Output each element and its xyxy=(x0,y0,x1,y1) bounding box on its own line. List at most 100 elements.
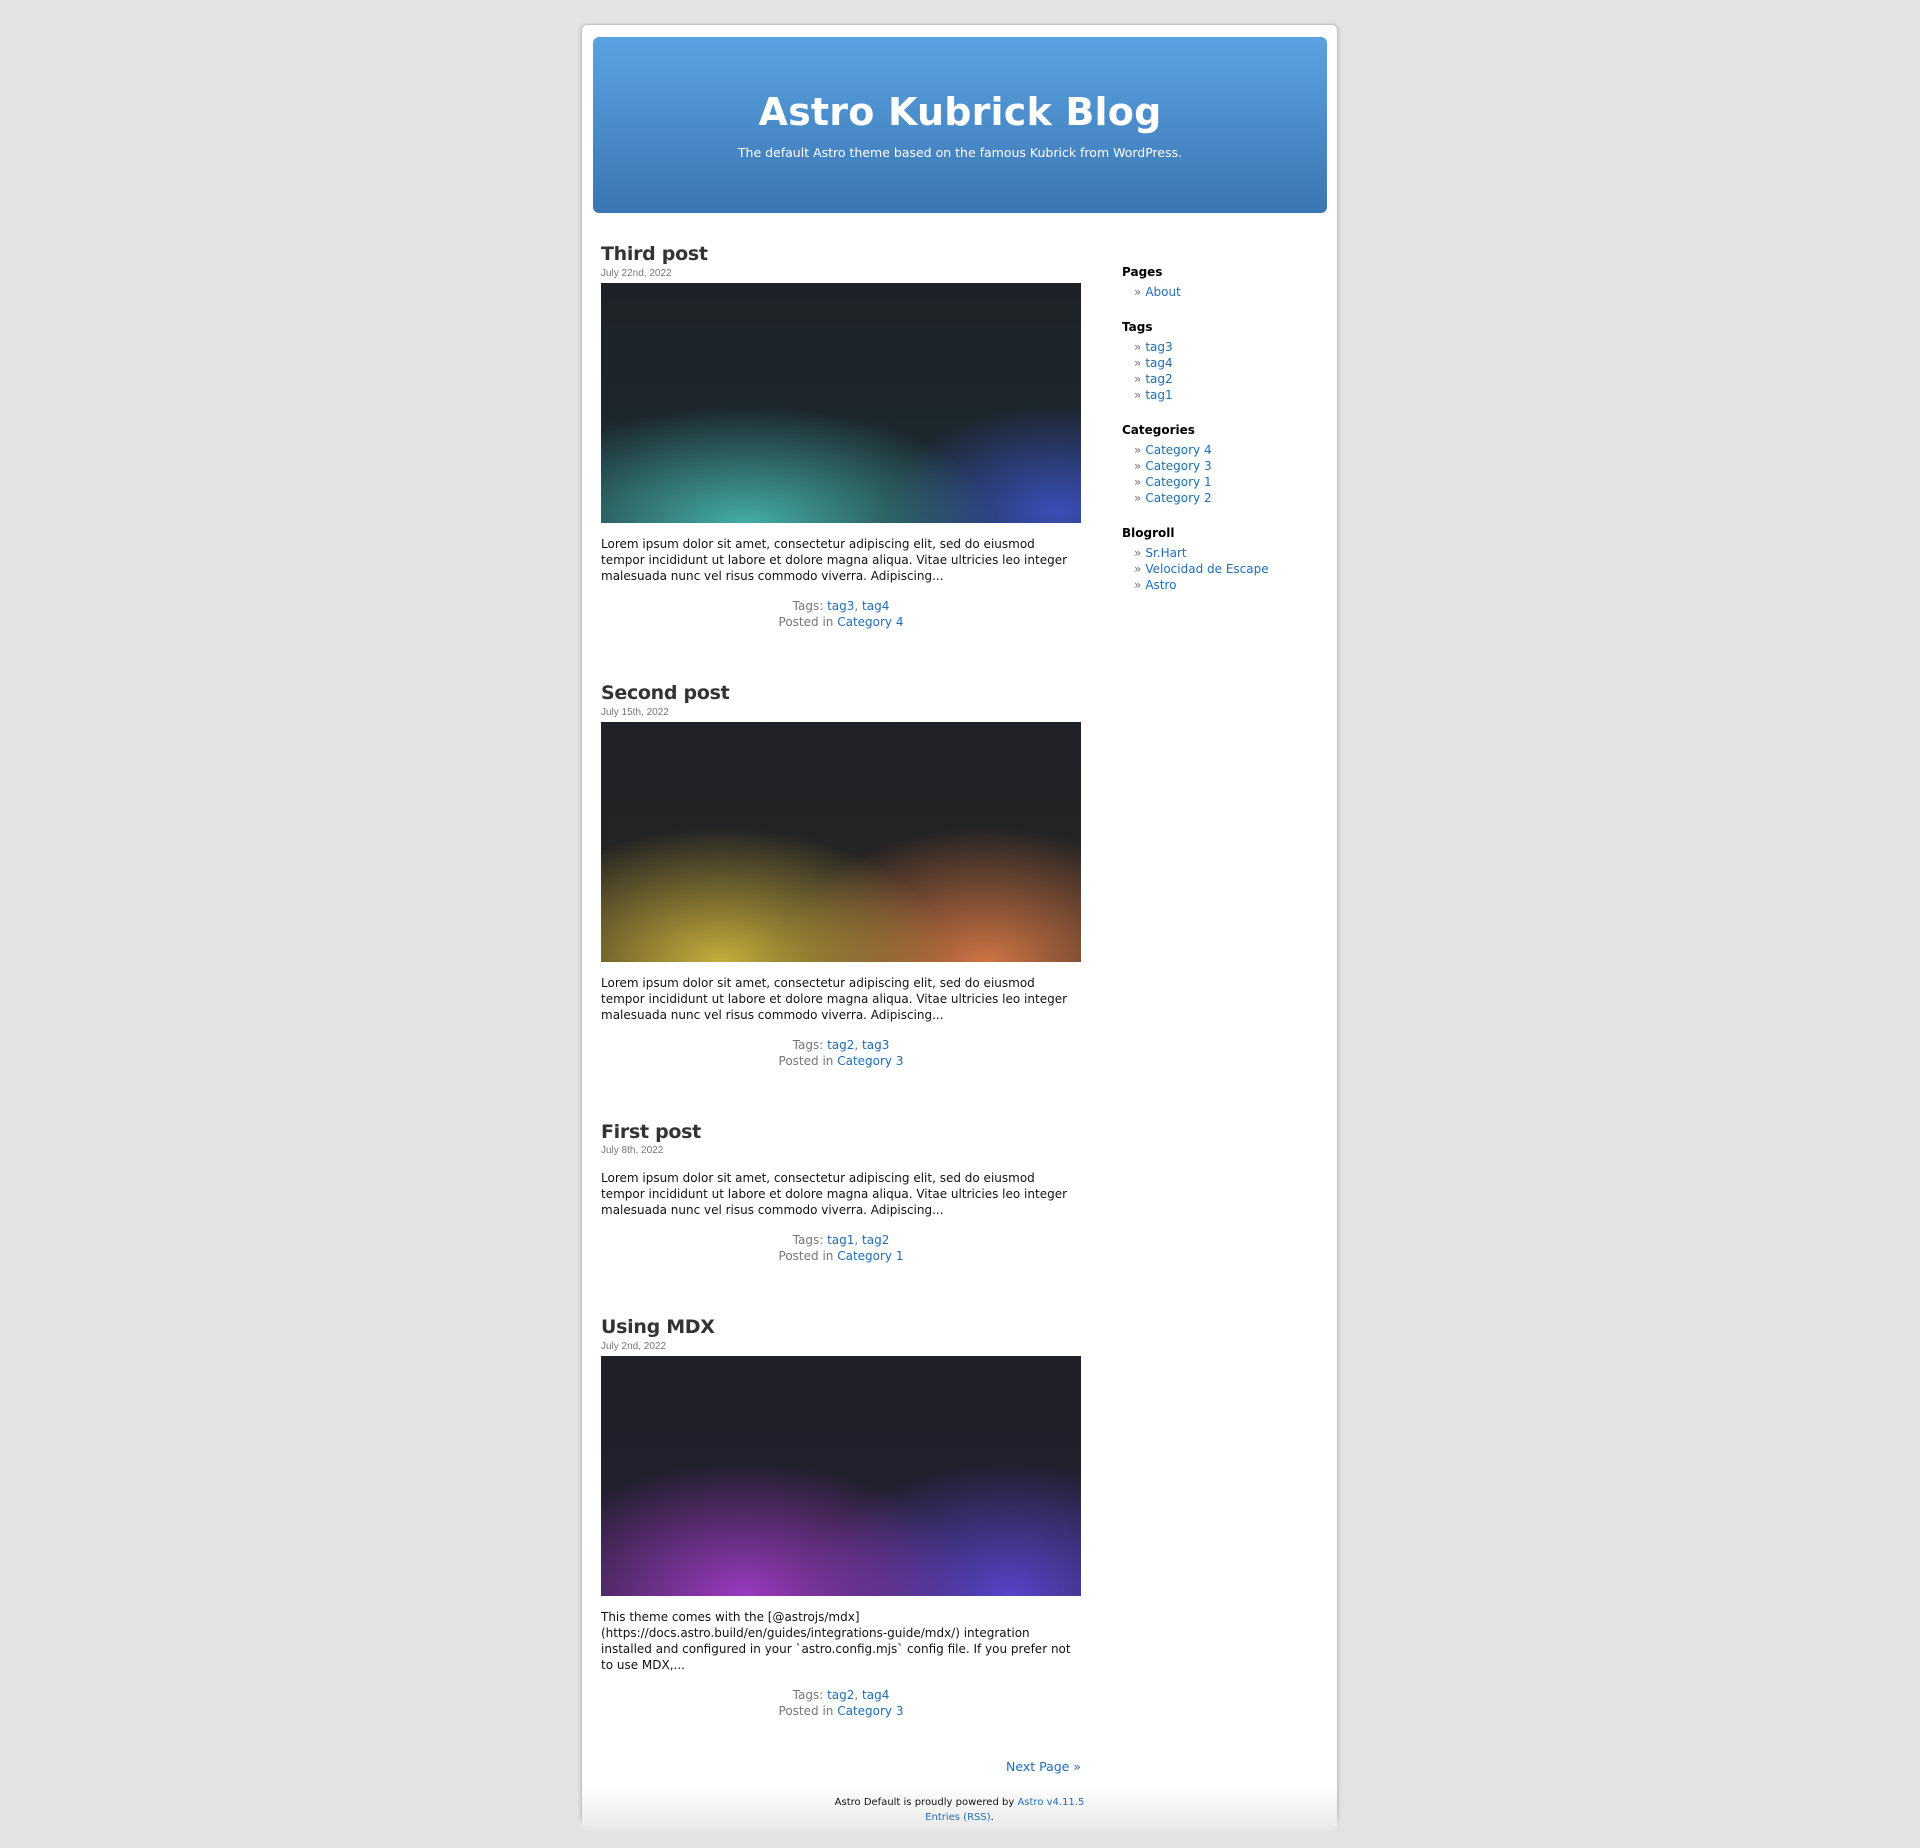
post-tags: Tags: tag2, tag3 xyxy=(792,1037,890,1052)
post-excerpt: Lorem ipsum dolor sit amet, consectetur … xyxy=(601,536,1068,583)
posted-in-label: Posted in xyxy=(778,1053,834,1068)
sidebar-item: » tag1 xyxy=(1134,387,1322,403)
post-meta: Tags: tag3, tag4 Posted in Category 4 xyxy=(601,598,1081,630)
blog-title[interactable]: Astro Kubrick Blog xyxy=(593,37,1327,131)
post-category: Posted in Category 3 xyxy=(601,1053,1081,1069)
blog-description: The default Astro theme based on the fam… xyxy=(737,145,1183,160)
tag-link[interactable]: tag2 xyxy=(827,1688,854,1702)
tags-label: Tags: xyxy=(792,598,824,613)
raquo-icon: » xyxy=(1134,546,1142,560)
post: Third post July 22nd, 2022 Lorem ipsum d… xyxy=(601,243,1081,630)
post-title[interactable]: Third post xyxy=(601,243,1081,266)
tags-label: Tags: xyxy=(792,1233,824,1248)
tag-link[interactable]: tag2 xyxy=(827,1038,854,1052)
pagination: Next Page » xyxy=(601,1759,1081,1774)
sidebar-link[interactable]: tag3 xyxy=(1145,340,1172,354)
sidebar-link[interactable]: Category 2 xyxy=(1145,491,1211,505)
main-content: Third post July 22nd, 2022 Lorem ipsum d… xyxy=(601,243,1081,1771)
raquo-icon: » xyxy=(1134,459,1142,473)
post-date: July 2nd, 2022 xyxy=(601,1341,667,1353)
post-date: July 8th, 2022 xyxy=(601,1145,664,1157)
post-tags: Tags: tag2, tag4 xyxy=(792,1688,890,1703)
posted-in-label: Posted in xyxy=(778,1249,834,1264)
post-hero-image[interactable] xyxy=(601,721,1081,962)
raquo-icon: » xyxy=(1134,562,1142,576)
raquo-icon: » xyxy=(1134,475,1142,489)
sidebar-list: » Category 4 » Category 3 » Category 1 » Cat… xyxy=(1122,442,1322,506)
raquo-icon: » xyxy=(1134,443,1142,457)
post-category: Posted in Category 3 xyxy=(601,1703,1081,1719)
sidebar-link[interactable]: Category 4 xyxy=(1145,443,1211,457)
sidebar-heading: Tags xyxy=(1122,320,1153,334)
sidebar-link[interactable]: Category 1 xyxy=(1145,475,1211,489)
category-link[interactable]: Category 1 xyxy=(837,1249,903,1263)
sidebar-heading: Blogroll xyxy=(1122,526,1175,540)
category-link[interactable]: Category 3 xyxy=(837,1054,903,1068)
post-date: July 15th, 2022 xyxy=(601,706,669,718)
sidebar-item: » tag2 xyxy=(1134,371,1322,387)
post-title[interactable]: Second post xyxy=(601,682,1081,705)
sidebar-link[interactable]: tag1 xyxy=(1145,388,1172,402)
sidebar-link[interactable]: Sr.Hart xyxy=(1145,546,1186,560)
next-page-link[interactable]: Next Page » xyxy=(1006,1759,1081,1774)
post-category: Posted in Category 4 xyxy=(601,614,1081,630)
tag-link[interactable]: tag2 xyxy=(862,1233,889,1247)
tag-link[interactable]: tag1 xyxy=(827,1233,854,1247)
footer-rss-line: Entries (RSS). xyxy=(582,1810,1337,1825)
sidebar-tags: Tags » tag3 » tag4 » tag2 » tag1 xyxy=(1122,320,1322,403)
sidebar-list: » tag3 » tag4 » tag2 » tag1 xyxy=(1122,339,1322,403)
post-title-link[interactable]: Second post xyxy=(601,682,730,704)
post-hero-image[interactable] xyxy=(601,282,1081,523)
category-link[interactable]: Category 3 xyxy=(837,1704,903,1718)
blog-title-link[interactable]: Astro Kubrick Blog xyxy=(759,90,1162,134)
raquo-icon: » xyxy=(1134,285,1142,299)
raquo-icon: » xyxy=(1134,491,1142,505)
astro-version-link[interactable]: Astro v4.11.5 xyxy=(1017,1797,1084,1808)
tag-link[interactable]: tag4 xyxy=(862,1688,889,1702)
page-container: Astro Kubrick Blog The default Astro the… xyxy=(581,24,1338,1830)
post: First post July 8th, 2022 Lorem ipsum do… xyxy=(601,1121,1081,1265)
raquo-icon: » xyxy=(1134,578,1142,592)
sidebar-categories: Categories » Category 4 » Category 3 » Cate… xyxy=(1122,423,1322,506)
tags-label: Tags: xyxy=(792,1688,824,1703)
sidebar-pages: Pages » About xyxy=(1122,265,1322,300)
post-category: Posted in Category 1 xyxy=(601,1248,1081,1264)
sidebar-item: » Sr.Hart xyxy=(1134,545,1322,561)
sidebar-link[interactable]: Category 3 xyxy=(1145,459,1211,473)
sidebar-link[interactable]: About xyxy=(1145,285,1180,299)
posted-in-label: Posted in xyxy=(778,1704,834,1719)
post-meta: Tags: tag1, tag2 Posted in Category 1 xyxy=(601,1232,1081,1264)
site-footer: Astro Default is proudly powered by Astr… xyxy=(582,1785,1337,1830)
raquo-icon: » xyxy=(1134,372,1142,386)
tag-link[interactable]: tag3 xyxy=(827,599,854,613)
raquo-icon: » xyxy=(1134,340,1142,354)
post-date: July 22nd, 2022 xyxy=(601,267,672,279)
post-excerpt: Lorem ipsum dolor sit amet, consectetur … xyxy=(601,975,1068,1022)
category-link[interactable]: Category 4 xyxy=(837,615,903,629)
sidebar-heading: Pages xyxy=(1122,265,1163,279)
sidebar-item: » Category 3 xyxy=(1134,458,1322,474)
rss-link[interactable]: Entries (RSS) xyxy=(925,1812,990,1823)
tag-link[interactable]: tag4 xyxy=(862,599,889,613)
post-title-link[interactable]: First post xyxy=(601,1121,701,1143)
post-title-link[interactable]: Third post xyxy=(601,243,708,265)
post-title[interactable]: Using MDX xyxy=(601,1316,1081,1339)
post-meta: Tags: tag2, tag3 Posted in Category 3 xyxy=(601,1037,1081,1069)
sidebar-link[interactable]: Astro xyxy=(1145,578,1176,592)
sidebar-item: » Category 1 xyxy=(1134,474,1322,490)
sidebar-item: » Velocidad de Escape xyxy=(1134,561,1322,577)
sidebar-link[interactable]: Velocidad de Escape xyxy=(1145,562,1268,576)
post-title[interactable]: First post xyxy=(601,1121,1081,1144)
footer-powered-text: Astro Default is proudly powered by xyxy=(834,1797,1015,1808)
sidebar-item: » Category 2 xyxy=(1134,490,1322,506)
post-excerpt: This theme comes with the [@astrojs/mdx]… xyxy=(601,1610,1071,1673)
post-title-link[interactable]: Using MDX xyxy=(601,1316,715,1338)
sidebar-blogroll: Blogroll » Sr.Hart » Velocidad de Escape »… xyxy=(1122,526,1322,593)
footer-powered-line: Astro Default is proudly powered by Astr… xyxy=(582,1795,1337,1810)
site-header: Astro Kubrick Blog The default Astro the… xyxy=(593,37,1327,213)
post-hero-image[interactable] xyxy=(601,1356,1081,1597)
sidebar-link[interactable]: tag4 xyxy=(1145,356,1172,370)
tag-link[interactable]: tag3 xyxy=(862,1038,889,1052)
sidebar-link[interactable]: tag2 xyxy=(1145,372,1172,386)
post-tags: Tags: tag1, tag2 xyxy=(792,1233,890,1248)
